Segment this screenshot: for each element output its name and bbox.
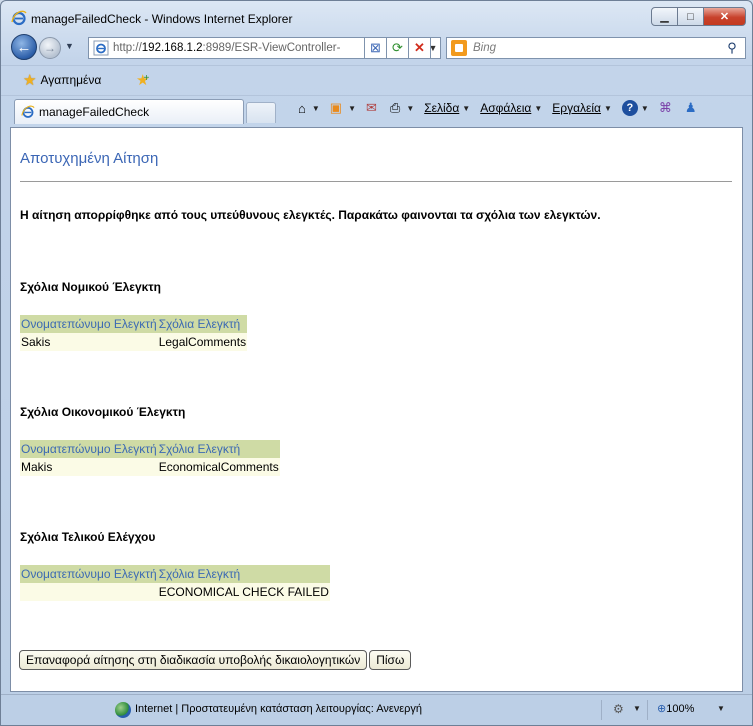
window-controls: ▁ □ ✕ bbox=[651, 7, 746, 26]
maximize-button[interactable]: □ bbox=[677, 7, 704, 26]
action-buttons: Επαναφορά αίτησης στη διαδικασία υποβολή… bbox=[19, 650, 413, 670]
internet-zone-icon bbox=[115, 702, 131, 718]
zoom-dropdown-icon[interactable]: ▼ bbox=[717, 704, 725, 713]
ie-logo-icon bbox=[11, 10, 27, 26]
table-row: Sakis LegalComments bbox=[20, 333, 248, 351]
browser-window: manageFailedCheck - Windows Internet Exp… bbox=[0, 0, 753, 726]
table-row: ECONOMICAL CHECK FAILED bbox=[20, 583, 330, 601]
table-cell: Makis bbox=[20, 458, 158, 476]
favorites-bar: ★ Αγαπημένα ★+ bbox=[1, 65, 752, 95]
stop-icon[interactable]: ✕ bbox=[408, 37, 431, 59]
tab-label: manageFailedCheck bbox=[39, 105, 150, 119]
page-icon bbox=[93, 40, 109, 56]
table-row: Makis EconomicalComments bbox=[20, 458, 280, 476]
command-bar: ⌂ ▼ ▣ ▼ ✉ ⎙ ▼ Σελίδα ▼ Ασφάλεια ▼ Εργαλεία ▼ ?… bbox=[298, 100, 709, 116]
rss-icon: ▣ bbox=[329, 100, 343, 115]
title-bar: manageFailedCheck - Windows Internet Exp… bbox=[1, 1, 752, 35]
economic-comments-table: Ονοματεπώνυμο Ελεγκτή Σχόλια Ελεγκτή Mak… bbox=[20, 440, 280, 476]
column-header: Ονοματεπώνυμο Ελεγκτή bbox=[20, 440, 158, 458]
search-placeholder[interactable]: Bing bbox=[473, 42, 719, 54]
column-header: Σχόλια Ελεγκτή bbox=[157, 440, 280, 458]
bing-icon bbox=[451, 40, 467, 56]
forward-button[interactable]: → bbox=[39, 37, 61, 59]
search-icon[interactable]: ⚲ bbox=[719, 40, 745, 56]
table-cell: Sakis bbox=[20, 333, 158, 351]
close-button[interactable]: ✕ bbox=[703, 7, 746, 26]
security-zone-text[interactable]: Internet | Προστατευμένη κατάσταση λειτο… bbox=[135, 703, 422, 715]
favorites-star-icon: ★ bbox=[23, 72, 37, 89]
restore-application-button[interactable]: Επαναφορά αίτησης στη διαδικασία υποβολή… bbox=[19, 650, 368, 670]
column-header: Ονοματεπώνυμο Ελεγκτή bbox=[20, 315, 158, 333]
minimize-button[interactable]: ▁ bbox=[651, 7, 678, 26]
status-divider bbox=[647, 700, 648, 720]
mail-button[interactable]: ✉ bbox=[366, 100, 380, 116]
favorites-button[interactable]: ★ Αγαπημένα bbox=[23, 71, 101, 89]
home-button[interactable]: ⌂ ▼ bbox=[298, 101, 320, 116]
search-box[interactable]: Bing ⚲ bbox=[446, 37, 746, 59]
page-title: Αποτυχημένη Αίτηση bbox=[20, 150, 159, 167]
navigation-bar: ← → ▼ http://192.168.1.2:8989/ESR-ViewCo… bbox=[1, 33, 752, 63]
tab-bar: manageFailedCheck ⌂ ▼ ▣ ▼ ✉ ⎙ ▼ Σελίδα ▼ Ασφ… bbox=[1, 95, 752, 125]
page-menu[interactable]: Σελίδα ▼ bbox=[424, 101, 470, 115]
window-title: manageFailedCheck - Windows Internet Exp… bbox=[31, 12, 293, 26]
new-tab-button[interactable] bbox=[246, 102, 276, 123]
table-cell: LegalComments bbox=[157, 333, 248, 351]
recent-pages-dropdown[interactable]: ▼ bbox=[65, 41, 74, 51]
table-cell: EconomicalComments bbox=[157, 458, 280, 476]
print-button[interactable]: ⎙ ▼ bbox=[390, 100, 414, 116]
protected-mode-dropdown-icon[interactable]: ▼ bbox=[633, 704, 641, 713]
compatibility-view-icon[interactable]: ⊠ bbox=[364, 37, 387, 59]
tools-menu[interactable]: Εργαλεία ▼ bbox=[552, 101, 612, 115]
economic-comments-heading: Σχόλια Οικονομικού Έλεγκτη bbox=[20, 405, 186, 419]
column-header: Σχόλια Ελεγκτή bbox=[157, 565, 330, 583]
column-header: Ονοματεπώνυμο Ελεγκτή bbox=[20, 565, 158, 583]
feeds-button[interactable]: ▣ ▼ bbox=[330, 100, 356, 116]
back-button[interactable]: ← bbox=[11, 34, 37, 60]
column-header: Σχόλια Ελεγκτή bbox=[157, 315, 248, 333]
messenger-button[interactable]: ♟ bbox=[685, 100, 700, 116]
tab-page-icon bbox=[21, 105, 35, 118]
table-cell bbox=[20, 583, 158, 601]
table-header-row: Ονοματεπώνυμο Ελεγκτή Σχόλια Ελεγκτή bbox=[20, 315, 248, 333]
final-check-comments-heading: Σχόλια Τελικού Ελέγχου bbox=[20, 530, 156, 544]
address-actions: ⊠ ⟳ ✕ bbox=[364, 37, 431, 59]
home-icon: ⌂ bbox=[298, 100, 306, 116]
status-divider bbox=[601, 700, 602, 720]
zoom-level[interactable]: ⊕100% bbox=[657, 702, 694, 715]
final-check-comments-table: Ονοματεπώνυμο Ελεγκτή Σχόλια Ελεγκτή ECO… bbox=[20, 565, 330, 601]
messenger-icon: ♟ bbox=[684, 100, 697, 115]
table-header-row: Ονοματεπώνυμο Ελεγκτή Σχόλια Ελεγκτή bbox=[20, 440, 280, 458]
favorites-label: Αγαπημένα bbox=[40, 73, 102, 87]
zoom-icon: ⊕ bbox=[657, 703, 667, 715]
legal-comments-table: Ονοματεπώνυμο Ελεγκτή Σχόλια Ελεγκτή Sak… bbox=[20, 315, 248, 351]
table-header-row: Ονοματεπώνυμο Ελεγκτή Σχόλια Ελεγκτή bbox=[20, 565, 330, 583]
rejection-message: Η αίτηση απορρίφθηκε από τους υπεύθυνους… bbox=[20, 208, 601, 222]
help-icon: ? bbox=[621, 100, 638, 116]
add-favorites-icon[interactable]: ★+ bbox=[136, 71, 155, 89]
help-menu[interactable]: ? ▼ bbox=[621, 100, 649, 116]
research-button[interactable]: ⌘ bbox=[659, 100, 675, 116]
title-divider bbox=[20, 181, 732, 182]
legal-comments-heading: Σχόλια Νομικού Έλεγκτη bbox=[20, 280, 161, 294]
refresh-icon[interactable]: ⟳ bbox=[386, 37, 409, 59]
mail-icon: ✉ bbox=[366, 100, 377, 115]
status-bar: Internet | Προστατευμένη κατάσταση λειτο… bbox=[1, 694, 752, 725]
print-icon: ⎙ bbox=[389, 100, 401, 115]
safety-menu[interactable]: Ασφάλεια ▼ bbox=[480, 101, 542, 115]
page-content: Αποτυχημένη Αίτηση Η αίτηση απορρίφθηκε … bbox=[10, 127, 743, 692]
tab-managefailedcheck[interactable]: manageFailedCheck bbox=[14, 99, 244, 124]
protected-mode-icon[interactable]: ⚙ bbox=[613, 702, 624, 716]
table-cell: ECONOMICAL CHECK FAILED bbox=[157, 583, 330, 601]
research-icon: ⌘ bbox=[658, 100, 672, 115]
back-button[interactable]: Πίσω bbox=[369, 650, 412, 670]
